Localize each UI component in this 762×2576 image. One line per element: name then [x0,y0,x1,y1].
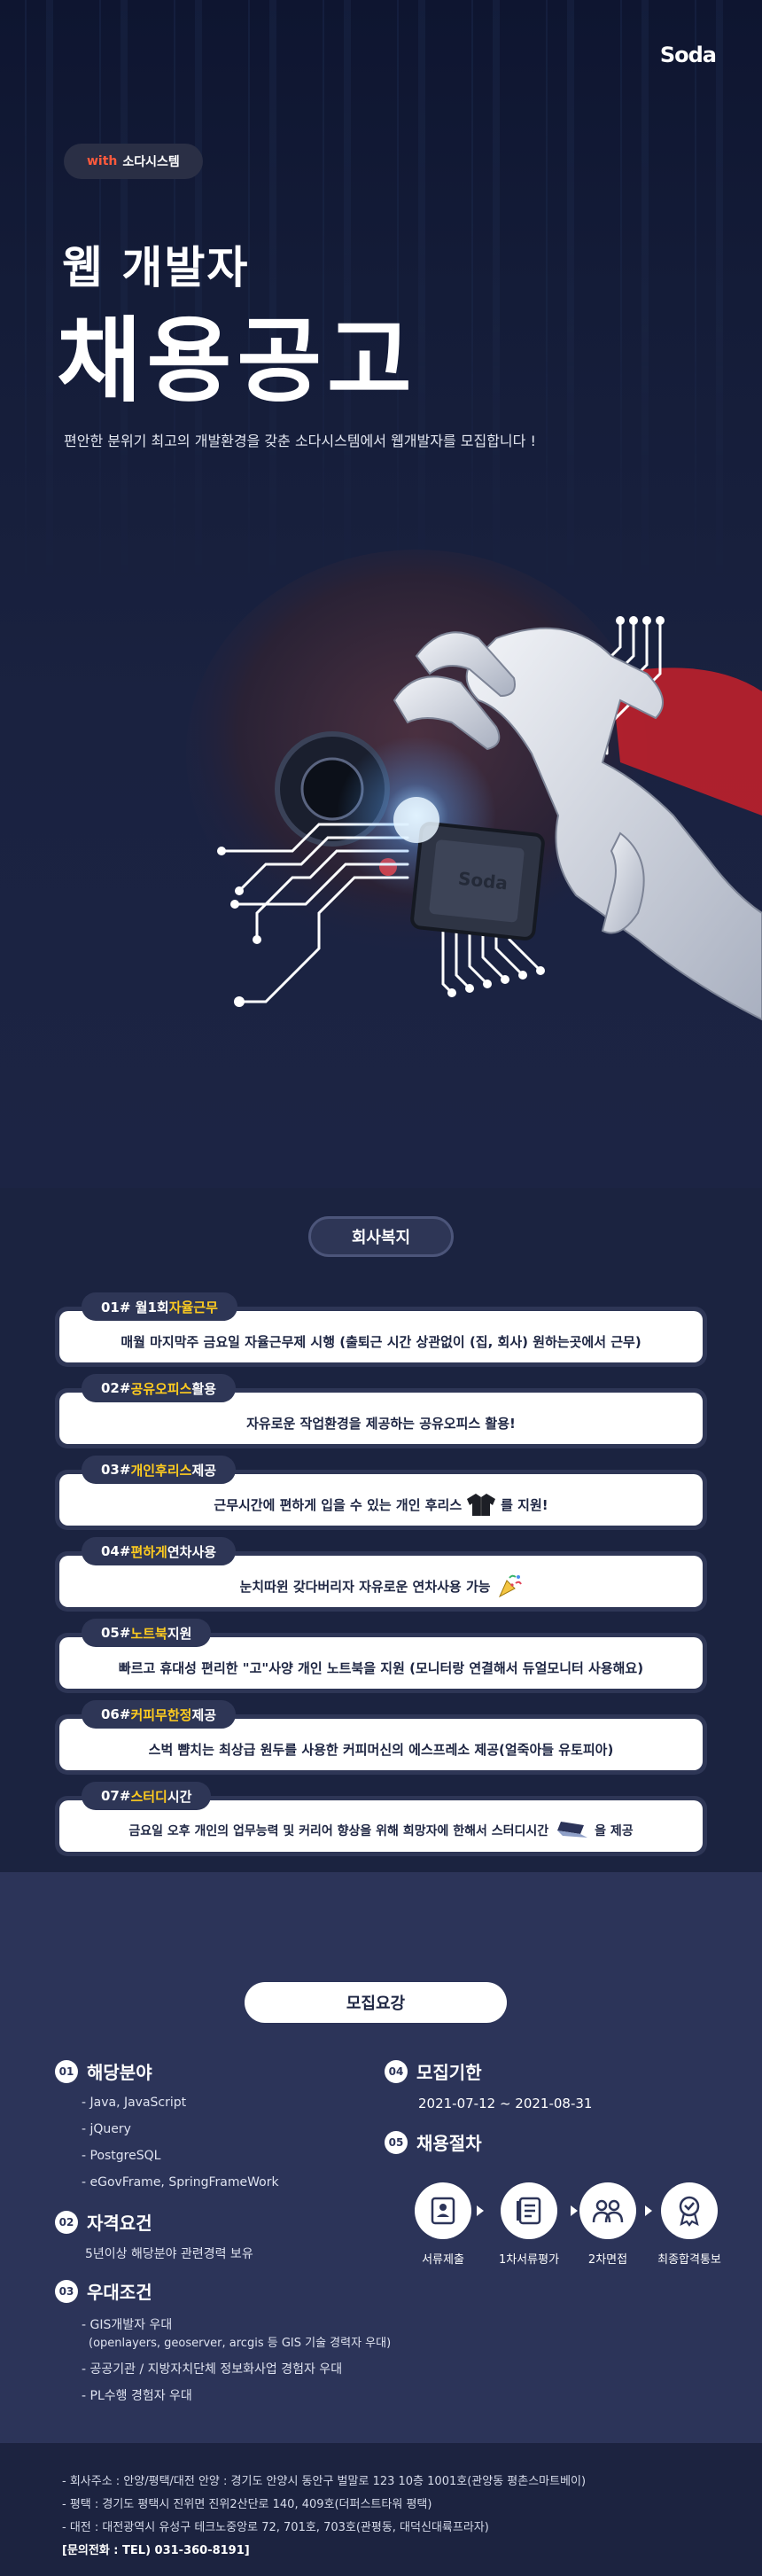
benefit-tag-prefix: 07# [101,1788,131,1804]
benefit-tag-suffix: 제공 [191,1706,217,1723]
process-step-4: 최종합격통보 [647,2182,732,2267]
laptop-icon [557,1822,588,1838]
process-step-2: 1차서류평가 [489,2182,569,2267]
benefit-tag-suffix: 활용 [191,1380,217,1397]
benefit-tag-suffix: 시간 [167,1788,192,1805]
field-number: 01 [55,2059,78,2083]
field-line: - Java, JavaScript [82,2096,187,2110]
benefit-item-5: 05# 노트북 지원 빠르고 휴대성 편리한 "고"사양 개인 노트북을 지원 … [55,1619,707,1693]
hero-title: 채용공고 [57,307,417,415]
process-step-1: 서류제출 [415,2182,471,2267]
benefit-tag-suffix: 연차사용 [167,1543,217,1560]
period-number: 04 [385,2059,408,2083]
benefit-tag-highlight: 개인후리스 [130,1462,192,1479]
benefit-tag-prefix: 06# [101,1706,131,1722]
benefit-tag-highlight: 공유오피스 [130,1380,192,1397]
benefit-tag-suffix: 제공 [191,1462,217,1479]
process-heading: 05 채용절차 [385,2129,482,2155]
benefit-tag-prefix: 03# [101,1462,131,1478]
preferred-number: 03 [55,2279,78,2303]
benefit-item-1: 01# 월1회 자율근무 매월 마지막주 금요일 자율근무제 시행 (출퇴근 시… [55,1292,707,1367]
benefit-tag-prefix: 04# [101,1543,131,1559]
benefit-tag-prefix: 01# 월1회 [101,1299,169,1315]
process-step-label: 서류제출 [422,2253,464,2267]
with-company-badge: with 소다시스템 [64,144,203,179]
party-popper-icon [498,1574,522,1598]
preferred-line: - 공공기관 / 지방자치단체 정보화사업 경험자 우대 [82,2362,343,2377]
benefit-tag-2: 02# 공유오피스 활용 [82,1374,237,1402]
qualification-heading: 02 자격요건 [55,2209,152,2235]
qualification-number: 02 [55,2210,78,2234]
benefit-tag-1: 01# 월1회 자율근무 [82,1292,237,1321]
arrow-right-icon [477,2205,484,2216]
benefit-tag-highlight: 노트북 [130,1625,167,1642]
benefits-section-title: 회사복지 [308,1216,454,1257]
hero-description: 편안한 분위기 최고의 개발환경을 갖춘 소다시스템에서 웹개발자를 모집합니다… [64,433,536,449]
benefit-tag-4: 04# 편하게 연차사용 [82,1537,237,1565]
soda-logo: Soda [659,43,717,67]
benefit-tag-highlight: 스터디 [130,1788,167,1805]
preferred-title: 우대조건 [87,2282,152,2303]
benefit-text-after: 을 제공 [595,1824,634,1838]
recruitment-details-section: 모집요강 01 해당분야 - Java, JavaScript - jQuery… [0,1872,762,2443]
benefit-tag-3: 03# 개인후리스 제공 [82,1456,237,1484]
field-line: - eGovFrame, SpringFrameWork [82,2175,279,2190]
footer-address-line: - 대전 : 대전광역시 유성구 테크노중앙로 72, 701호, 703호(관… [62,2521,489,2534]
field-heading: 01 해당분야 [55,2058,152,2084]
field-title: 해당분야 [87,2062,152,2083]
qualification-title: 자격요건 [87,2213,152,2234]
document-submit-icon [415,2182,471,2239]
benefit-tag-6: 06# 커피무한정 제공 [82,1700,237,1729]
field-line: - PostgreSQL [82,2149,161,2163]
fleece-jacket-icon [467,1494,496,1516]
benefit-text-before: 근무시간에 편하게 입을 수 있는 개인 후리스 [214,1496,463,1513]
benefit-item-4: 04# 편하게 연차사용 눈치따윈 갖다버리자 자유로운 연차사용 가능 [55,1537,707,1612]
benefit-tag-prefix: 05# [101,1625,131,1641]
benefit-tag-highlight: 커피무한정 [130,1706,192,1723]
benefit-tag-prefix: 02# [101,1380,131,1396]
footer-phone: [문의전화 : TEL) 031-360-8191] [62,2544,250,2557]
robot-hand-chip-illustration: Soda [186,550,762,1021]
hero-section: Soda with 소다시스템 웹 개발자 채용공고 편안한 분위기 최고의 개… [0,0,762,1188]
process-step-label: 최종합격통보 [657,2253,721,2267]
process-step-label: 2차면접 [587,2253,628,2267]
interview-icon [579,2182,636,2239]
benefit-text: 눈치따윈 갖다버리자 자유로운 연차사용 가능 [239,1578,491,1595]
period-title: 모집기한 [416,2062,482,2083]
final-pass-medal-icon [661,2182,718,2239]
benefit-tag-suffix: 지원 [167,1625,192,1642]
document-review-icon [501,2182,557,2239]
with-prefix: with [87,154,118,168]
process-number: 05 [385,2130,408,2154]
process-step-3: 2차면접 [576,2182,640,2267]
with-company-name: 소다시스템 [122,155,180,169]
benefit-text-after: 를 지원! [501,1496,548,1513]
benefit-tag-5: 05# 노트북 지원 [82,1619,212,1647]
period-value: 2021-07-12 ~ 2021-08-31 [418,2096,593,2112]
benefit-tag-highlight: 편하게 [130,1543,167,1560]
benefit-item-7: 07# 스터디 시간 금요일 오후 개인의 업무능력 및 커리어 향상을 위해 … [55,1782,707,1856]
benefit-tag-highlight: 자율근무 [168,1299,218,1315]
benefit-item-3: 03# 개인후리스 제공 근무시간에 편하게 입을 수 있는 개인 후리스 를 … [55,1456,707,1530]
preferred-line: - PL수행 경험자 우대 [82,2389,192,2403]
footer-contact-info: - 회사주소 : 안양/평택/대전 안양 : 경기도 안양시 동안구 벌말로 1… [0,2443,762,2576]
benefit-item-2: 02# 공유오피스 활용 자유로운 작업환경을 제공하는 공유오피스 활용! [55,1374,707,1448]
benefit-text-before: 금요일 오후 개인의 업무능력 및 커리어 향상을 위해 희망자에 한해서 스터… [128,1824,549,1838]
recruit-section-title: 모집요강 [245,1982,507,2023]
benefit-tag-7: 07# 스터디 시간 [82,1782,212,1810]
process-title: 채용절차 [416,2133,482,2154]
preferred-line: - GIS개발자 우대 [82,2318,173,2332]
process-step-label: 1차서류평가 [498,2253,560,2267]
footer-address-line: - 회사주소 : 안양/평택/대전 안양 : 경기도 안양시 동안구 벌말로 1… [62,2475,587,2488]
field-line: - jQuery [82,2122,131,2136]
benefit-item-6: 06# 커피무한정 제공 스벅 뺨치는 최상급 원두를 사용한 커피머신의 에스… [55,1700,707,1775]
period-heading: 04 모집기한 [385,2058,482,2084]
recruitment-poster: Soda with 소다시스템 웹 개발자 채용공고 편안한 분위기 최고의 개… [0,0,762,2576]
preferred-heading: 03 우대조건 [55,2278,152,2304]
footer-address-line: - 평택 : 경기도 평택시 진위면 진위2산단로 140, 409호(더퍼스트… [62,2498,432,2511]
preferred-line: (openlayers, geoserver, arcgis 등 GIS 기술 … [89,2337,392,2350]
qualification-line: 5년이상 해당분야 관련경력 보유 [85,2247,253,2261]
